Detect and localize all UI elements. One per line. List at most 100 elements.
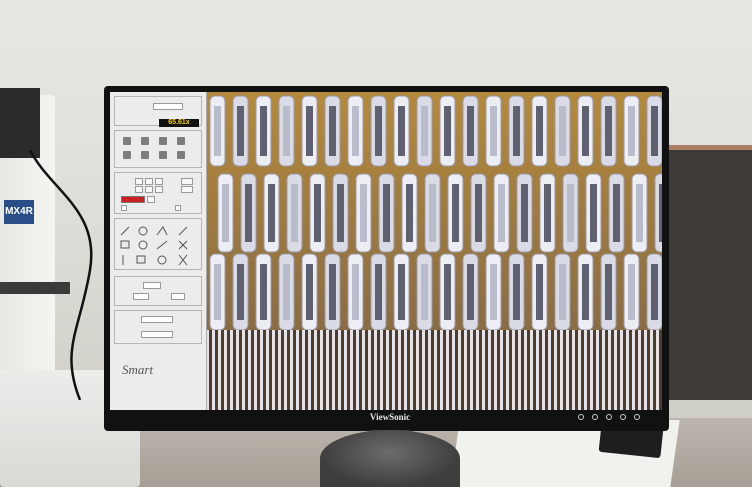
- chip-cell-core: [260, 106, 267, 156]
- show-checkbox[interactable]: [175, 205, 181, 211]
- chip-cell-core: [283, 106, 290, 156]
- chip-cell-core: [582, 264, 589, 320]
- line-tool-icon: [120, 226, 130, 236]
- grid-icon[interactable]: [177, 151, 185, 159]
- magnification-readout: 65.61x: [159, 119, 199, 127]
- measure-tools[interactable]: [119, 225, 197, 267]
- chip-cell-core: [352, 106, 359, 156]
- color-swatch[interactable]: [121, 196, 145, 203]
- chip-cell-core: [352, 264, 359, 320]
- delete-icon: [178, 254, 188, 266]
- template-select[interactable]: [141, 316, 173, 323]
- chip-cell-core: [444, 106, 451, 156]
- chip-cell-core: [628, 264, 635, 320]
- chip-cell-core: [398, 106, 405, 156]
- chip-cell-core: [421, 106, 428, 156]
- settings-icon[interactable]: [123, 151, 131, 159]
- ruler-button-5[interactable]: [145, 186, 153, 193]
- chip-cell-core: [613, 184, 620, 242]
- crosshair-checkbox[interactable]: [121, 205, 127, 211]
- confirm-button[interactable]: [181, 178, 193, 185]
- chip-cell-core: [406, 184, 413, 242]
- chip-cell-core: [651, 264, 658, 320]
- monitor-stand-base: [320, 430, 460, 487]
- chip-cell-core: [375, 106, 382, 156]
- chip-cell-core: [467, 106, 474, 156]
- chip-cell-core: [490, 264, 497, 320]
- record-icon[interactable]: [159, 137, 167, 145]
- chip-cell-core: [421, 264, 428, 320]
- chip-cell-core: [214, 106, 221, 156]
- chip-cell-core: [237, 264, 244, 320]
- folder-icon[interactable]: [141, 151, 149, 159]
- chip-cell-core: [306, 264, 313, 320]
- precision-select[interactable]: [171, 293, 185, 300]
- monitor-screen: 65.61x Smart: [110, 92, 662, 410]
- chip-cell-core: [498, 184, 505, 242]
- objective-select[interactable]: [153, 103, 183, 110]
- control-panel: 65.61x Smart: [110, 92, 207, 410]
- chip-cell-core: [590, 184, 597, 242]
- measure-group: [114, 218, 202, 270]
- snapshot-icon[interactable]: [177, 137, 185, 145]
- chip-cell-core: [245, 184, 252, 242]
- ray-tool-icon: [178, 226, 188, 236]
- camera-icon[interactable]: [141, 137, 149, 145]
- zoom-select[interactable]: [143, 282, 161, 289]
- chip-cell-core: [260, 264, 267, 320]
- chip-cell-core: [605, 106, 612, 156]
- angle-tool-icon: [156, 226, 168, 236]
- chip-cell-core: [536, 106, 543, 156]
- area-tool-icon: [136, 255, 146, 264]
- ruler-button-4[interactable]: [135, 186, 143, 193]
- monitor-power-button[interactable]: [634, 414, 640, 420]
- name-field[interactable]: [141, 331, 173, 338]
- chip-cell-core: [559, 264, 566, 320]
- chip-cell-core: [636, 184, 643, 242]
- dark-cabinet: [665, 150, 752, 400]
- unit-select[interactable]: [133, 293, 149, 300]
- chip-cell-core: [521, 184, 528, 242]
- capture-group: [114, 130, 202, 168]
- monitor-brand: ViewSonic: [369, 412, 411, 422]
- cancel-button[interactable]: [181, 186, 193, 193]
- rectangle-tool-icon: [120, 240, 130, 249]
- chip-cell-core: [360, 184, 367, 242]
- chip-cell-core: [306, 106, 313, 156]
- circle-3pt-tool-icon: [138, 240, 148, 250]
- chip-cell-core: [475, 184, 482, 242]
- cross-tool-icon: [178, 240, 188, 250]
- chip-cell-core: [567, 184, 574, 242]
- ruler-group: [114, 172, 202, 214]
- chip-cell-core: [383, 184, 390, 242]
- circle-tool-icon: [138, 226, 148, 236]
- cable: [28, 150, 93, 400]
- chip-cell-core: [329, 264, 336, 320]
- polyline-tool-icon: [156, 240, 168, 250]
- ruler-button-1[interactable]: [135, 178, 143, 185]
- chip-cell-core: [237, 106, 244, 156]
- monitor-button-3[interactable]: [606, 414, 612, 420]
- chip-cell-core: [513, 106, 520, 156]
- ruler-button-3[interactable]: [155, 178, 163, 185]
- chip-cell-core: [659, 184, 662, 242]
- pause-icon[interactable]: [123, 137, 131, 145]
- chip-cell-core: [582, 106, 589, 156]
- chip-cell-core: [536, 264, 543, 320]
- product-logo: Smart: [122, 362, 154, 377]
- ruler-button-2[interactable]: [145, 178, 153, 185]
- template-group: [114, 310, 202, 344]
- color-picker-button[interactable]: [147, 196, 155, 203]
- ruler-button-6[interactable]: [155, 186, 163, 193]
- chip-cell-core: [544, 184, 551, 242]
- chip-cell-core: [513, 264, 520, 320]
- microscope-live-image: [206, 92, 662, 410]
- chip-cell-core: [214, 264, 221, 320]
- monitor-button-4[interactable]: [620, 414, 626, 420]
- chip-cell-core: [291, 184, 298, 242]
- monitor-button-1[interactable]: [578, 414, 584, 420]
- chip-cell-core: [222, 184, 229, 242]
- monitor-button-2[interactable]: [592, 414, 598, 420]
- image-icon[interactable]: [159, 151, 167, 159]
- microscope-head: [0, 88, 40, 158]
